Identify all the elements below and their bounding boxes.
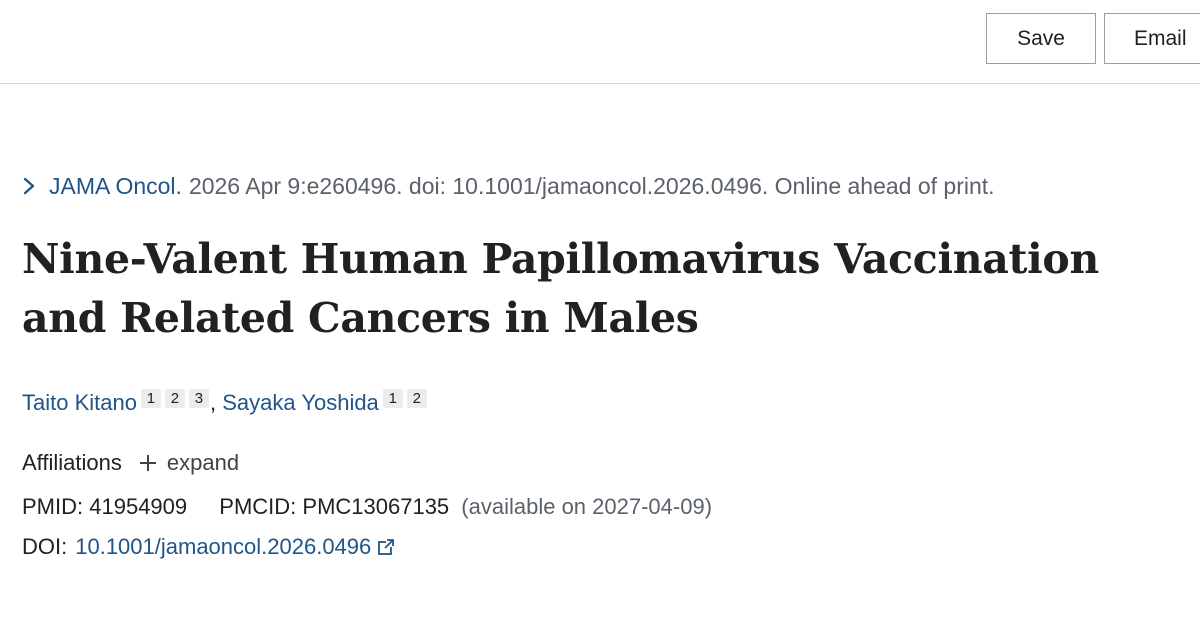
identifiers-row: PMID: 41954909 PMCID: PMC13067135 (avail… — [22, 492, 712, 522]
affiliation-number[interactable]: 1 — [382, 389, 403, 408]
pmid-label: PMID: — [22, 494, 84, 519]
affiliations-expand-button[interactable]: expand — [138, 448, 239, 478]
top-toolbar: Save Email — [0, 0, 1200, 84]
pmcid-availability-note: (available on 2027-04-09) — [461, 494, 713, 519]
affiliations-label: Affiliations — [22, 450, 122, 475]
pmcid-label: PMCID: — [219, 494, 297, 519]
doi-row: DOI: 10.1001/jamaoncol.2026.0496 — [22, 532, 395, 562]
journal-link[interactable]: JAMA Oncol. — [49, 170, 182, 202]
author-link[interactable]: Taito Kitano — [22, 390, 137, 415]
affiliation-number[interactable]: 1 — [140, 389, 161, 408]
plus-icon — [139, 455, 156, 471]
affiliations-row: Affiliations expand — [22, 448, 239, 478]
email-button[interactable]: Email — [1104, 13, 1200, 64]
pmid-value: 41954909 — [89, 494, 188, 519]
expand-label: expand — [166, 450, 240, 475]
citation-details: 2026 Apr 9:e260496. doi: 10.1001/jamaonc… — [188, 173, 995, 199]
author-separator: , — [209, 390, 217, 415]
affiliation-number[interactable]: 3 — [188, 389, 209, 408]
affiliation-number[interactable]: 2 — [164, 389, 185, 408]
author-list: Taito Kitano 1 2 3, Sayaka Yoshida 1 2 — [22, 386, 427, 420]
citation-line: JAMA Oncol. 2026 Apr 9:e260496. doi: 10.… — [22, 170, 995, 202]
doi-value: 10.1001/jamaoncol.2026.0496 — [75, 534, 372, 559]
external-link-icon — [378, 539, 395, 555]
doi-link[interactable]: 10.1001/jamaoncol.2026.0496 — [75, 532, 395, 562]
chevron-right-icon[interactable] — [22, 176, 38, 196]
author-link[interactable]: Sayaka Yoshida — [222, 390, 379, 415]
affiliation-number[interactable]: 2 — [406, 389, 427, 408]
article-title: Nine-Valent Human Papillomavirus Vaccina… — [22, 235, 1099, 342]
save-button[interactable]: Save — [986, 13, 1096, 64]
pmcid-value: PMC13067135 — [302, 494, 450, 519]
doi-label: DOI: — [22, 534, 68, 559]
